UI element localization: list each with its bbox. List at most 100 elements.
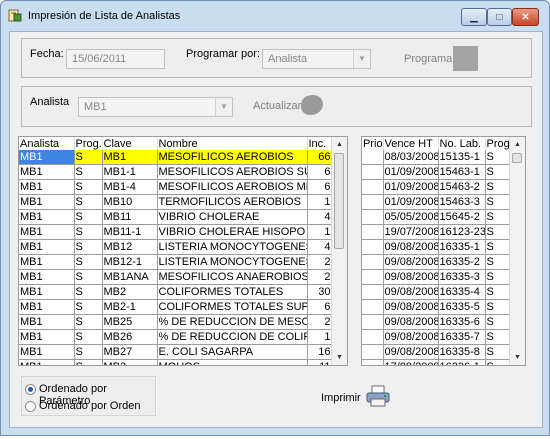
table-row[interactable]: MB1SMB11-1VIBRIO CHOLERAE HISOPO DE1 bbox=[19, 224, 333, 240]
table-cell[interactable]: 15463-1 bbox=[438, 164, 486, 180]
table-cell[interactable]: MOHOS bbox=[157, 359, 308, 365]
table-cell[interactable]: S bbox=[485, 359, 512, 365]
programar-button[interactable] bbox=[453, 46, 478, 71]
table-cell[interactable]: 01/09/2008 bbox=[383, 164, 439, 180]
table-cell[interactable] bbox=[362, 194, 384, 210]
table-cell[interactable]: S bbox=[485, 269, 512, 285]
table-cell[interactable]: 16335-1 bbox=[438, 239, 486, 255]
table-row[interactable]: 09/08/2008 16335-4 S bbox=[362, 284, 512, 300]
table-cell[interactable]: MB1 bbox=[19, 209, 75, 225]
table-cell[interactable]: MB1 bbox=[19, 239, 75, 255]
table-cell[interactable]: 09/08/2008 bbox=[383, 284, 439, 300]
table-row[interactable]: 09/08/2008 16335-2 S bbox=[362, 254, 512, 270]
table-cell[interactable]: MB25 bbox=[102, 314, 158, 330]
table-cell[interactable]: MB1-1 bbox=[102, 164, 158, 180]
maximize-button[interactable]: □ bbox=[487, 8, 512, 26]
table-cell[interactable] bbox=[362, 284, 384, 300]
table-row[interactable]: 01/09/2008 15463-3 S bbox=[362, 194, 512, 210]
minimize-button[interactable]: ▁ bbox=[461, 8, 487, 26]
table-row[interactable]: 05/05/2008 15645-2 S bbox=[362, 209, 512, 225]
column-header[interactable]: Vence HT bbox=[383, 137, 439, 150]
table-cell[interactable]: 4 bbox=[307, 209, 333, 225]
table-cell[interactable]: S bbox=[74, 254, 103, 270]
table-cell[interactable]: 16335-8 bbox=[438, 344, 486, 360]
table-cell[interactable]: MB1 bbox=[19, 254, 75, 270]
table-cell[interactable]: 16335-5 bbox=[438, 299, 486, 315]
table-cell[interactable]: 15463-2 bbox=[438, 179, 486, 195]
table-cell[interactable] bbox=[362, 239, 384, 255]
table-cell[interactable] bbox=[362, 329, 384, 345]
table-cell[interactable]: MB12-1 bbox=[102, 254, 158, 270]
scroll-thumb[interactable] bbox=[334, 153, 344, 249]
table-row[interactable]: 09/08/2008 16335-5 S bbox=[362, 299, 512, 315]
table-cell[interactable]: S bbox=[74, 150, 103, 165]
table-cell[interactable]: 16335-6 bbox=[438, 314, 486, 330]
table-row[interactable]: MB1SMB3MOHOS11 bbox=[19, 359, 333, 365]
column-header[interactable]: Prio. bbox=[362, 137, 384, 150]
table-cell[interactable]: MB11 bbox=[102, 209, 158, 225]
table-cell[interactable]: S bbox=[74, 224, 103, 240]
table-cell[interactable]: 19/07/2008 bbox=[383, 224, 439, 240]
table-cell[interactable]: MESOFILICOS AEROBIOS bbox=[157, 150, 308, 165]
column-header[interactable]: Analista bbox=[19, 137, 75, 150]
table-cell[interactable]: MB2 bbox=[102, 284, 158, 300]
table-cell[interactable]: MB1 bbox=[19, 179, 75, 195]
table-cell[interactable]: S bbox=[74, 329, 103, 345]
table-row[interactable]: 01/09/2008 15463-1 S bbox=[362, 164, 512, 180]
table-cell[interactable]: 16335-3 bbox=[438, 269, 486, 285]
table-cell[interactable] bbox=[362, 269, 384, 285]
table-row[interactable]: 09/08/2008 16335-7 S bbox=[362, 329, 512, 345]
table-row[interactable]: MB1SMB2-1COLIFORMES TOTALES SUPER6 bbox=[19, 299, 333, 315]
table-cell[interactable]: 15645-2 bbox=[438, 209, 486, 225]
table-row[interactable]: MB1SMB1-4MESOFILICOS AEROBIOS MEDIO6 bbox=[19, 179, 333, 195]
column-header[interactable]: Nombre bbox=[157, 137, 308, 150]
table-cell[interactable]: MB2-1 bbox=[102, 299, 158, 315]
scroll-down-icon[interactable]: ▼ bbox=[510, 351, 525, 364]
scroll-thumb[interactable] bbox=[512, 153, 522, 163]
table-row[interactable]: MB1 S MB1ANA MESOFILICOS ANAEROBIOS 2 bbox=[19, 269, 333, 285]
column-header[interactable]: No. Lab. bbox=[438, 137, 486, 150]
table-cell[interactable]: 11 bbox=[307, 359, 333, 365]
table-cell[interactable]: MESOFILICOS ANAEROBIOS bbox=[157, 269, 308, 285]
table-cell[interactable]: 1 bbox=[307, 224, 333, 240]
table-row[interactable]: MB1 S MB27 E. COLI SAGARPA 16 bbox=[19, 344, 333, 360]
table-cell[interactable]: S bbox=[485, 284, 512, 300]
table-cell[interactable]: MB1 bbox=[19, 329, 75, 345]
table-cell[interactable]: S bbox=[74, 209, 103, 225]
scroll-up-icon[interactable]: ▲ bbox=[332, 138, 347, 151]
table-cell[interactable]: MB1 bbox=[102, 150, 158, 165]
table-cell[interactable]: S bbox=[485, 254, 512, 270]
table-row[interactable]: MB1 S MB1 MESOFILICOS AEROBIOS 66 bbox=[19, 150, 333, 165]
table-cell[interactable]: VIBRIO CHOLERAE HISOPO DE bbox=[157, 224, 308, 240]
table-cell[interactable]: S bbox=[74, 314, 103, 330]
table-cell[interactable]: S bbox=[485, 224, 512, 240]
table-cell[interactable]: 08/03/2008 bbox=[383, 150, 439, 165]
table-cell[interactable] bbox=[362, 254, 384, 270]
table-cell[interactable]: S bbox=[485, 299, 512, 315]
table-cell[interactable]: E. COLI SAGARPA bbox=[157, 344, 308, 360]
table-cell[interactable]: 09/08/2008 bbox=[383, 299, 439, 315]
table-cell[interactable]: MB1 bbox=[19, 194, 75, 210]
table-cell[interactable] bbox=[362, 150, 384, 165]
table-cell[interactable]: MB1 bbox=[19, 299, 75, 315]
right-scrollbar[interactable]: ▲ ▼ bbox=[509, 137, 525, 365]
programar-por-select[interactable]: Analista ▼ bbox=[262, 49, 371, 69]
table-cell[interactable]: % DE REDUCCION DE COLIFOR bbox=[157, 329, 308, 345]
table-cell[interactable]: S bbox=[485, 150, 512, 165]
table-row[interactable]: MB1SMB26% DE REDUCCION DE COLIFOR1 bbox=[19, 329, 333, 345]
table-cell[interactable]: S bbox=[485, 314, 512, 330]
close-button[interactable]: ✕ bbox=[512, 8, 539, 26]
table-cell[interactable]: MB1 bbox=[19, 164, 75, 180]
table-cell[interactable]: S bbox=[485, 329, 512, 345]
column-header[interactable]: Inc. bbox=[307, 137, 333, 150]
scroll-up-icon[interactable]: ▲ bbox=[510, 138, 525, 151]
table-row[interactable]: MB1SMB12-1LISTERIA MONOCYTOGENES FS2 bbox=[19, 254, 333, 270]
table-row[interactable]: 19/07/2008 16123-23 S bbox=[362, 224, 512, 240]
table-cell[interactable]: MB1 bbox=[19, 224, 75, 240]
table-cell[interactable]: MB10 bbox=[102, 194, 158, 210]
table-cell[interactable]: 09/08/2008 bbox=[383, 254, 439, 270]
table-cell[interactable]: S bbox=[485, 239, 512, 255]
table-cell[interactable]: 09/08/2008 bbox=[383, 269, 439, 285]
table-cell[interactable] bbox=[362, 209, 384, 225]
table-cell[interactable]: 2 bbox=[307, 314, 333, 330]
